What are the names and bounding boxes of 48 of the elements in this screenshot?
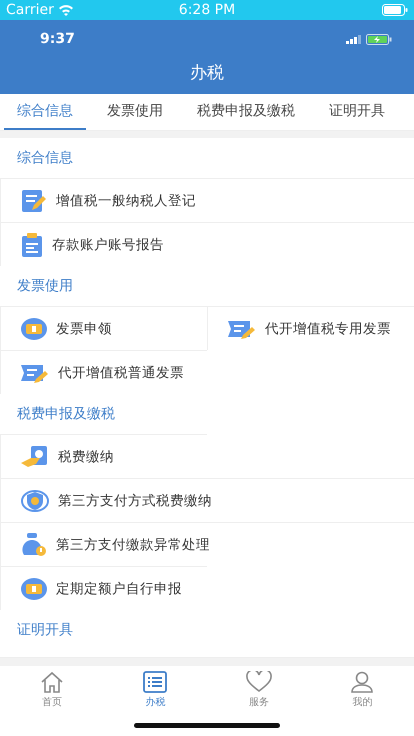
signal-icon	[346, 34, 362, 44]
service-item[interactable]: 第三方支付缴款异常处理	[0, 522, 414, 566]
service-label: 第三方支付缴款异常处理	[56, 536, 210, 554]
home-icon	[40, 671, 64, 693]
shield-icon	[21, 488, 49, 512]
person-icon	[350, 671, 374, 693]
wifi-icon	[58, 4, 74, 16]
status-time: 6:28 PM	[178, 2, 236, 18]
service-item[interactable]: 代开增值税普通发票	[0, 350, 207, 394]
ticket-icon	[21, 318, 47, 340]
service-label: 增值税一般纳税人登记	[56, 192, 196, 210]
heart-icon	[246, 671, 272, 693]
category-tab[interactable]: 发票使用	[94, 94, 176, 130]
section-title: 综合信息	[16, 149, 74, 168]
service-item[interactable]: 第三方支付方式税费缴纳	[0, 478, 414, 522]
category-tab[interactable]: 税费申报及缴税	[184, 94, 308, 130]
battery-charging-icon	[366, 34, 392, 44]
list-icon	[143, 671, 168, 693]
section-title: 证明开具	[16, 621, 74, 640]
section-title: 税费申报及缴税	[16, 405, 116, 424]
service-label: 代开增值税普通发票	[58, 364, 184, 382]
service-label: 定期定额户自行申报	[56, 580, 182, 598]
hand-card-icon	[21, 446, 49, 468]
notepad-pencil-icon	[21, 188, 47, 212]
bottom-nav-tab[interactable]: 首页	[22, 666, 82, 714]
service-label: 代开增值税专用发票	[265, 320, 391, 338]
service-item[interactable]: 代开增值税专用发票	[207, 306, 414, 350]
service-item[interactable]: 发票申领	[0, 306, 207, 350]
service-item[interactable]: 存款账户账号报告	[0, 222, 414, 266]
carrier-label: Carrier	[6, 2, 54, 18]
category-tab[interactable]: 证明开具	[316, 94, 398, 130]
battery-icon	[382, 4, 408, 16]
bottom-nav-tab[interactable]: 服务	[228, 666, 289, 714]
bottom-nav-tab[interactable]: 办税	[125, 666, 186, 714]
section-title: 发票使用	[16, 277, 74, 296]
service-label: 发票申领	[56, 320, 112, 338]
money-bag-icon	[21, 532, 47, 556]
service-label: 第三方支付方式税费缴纳	[58, 492, 212, 510]
service-item[interactable]: 定期定额户自行申报	[0, 566, 207, 610]
service-item[interactable]: 增值税一般纳税人登记	[0, 178, 414, 222]
service-item[interactable]: 税费缴纳	[0, 434, 207, 478]
status-time: 9:37	[40, 31, 75, 47]
bottom-nav-tab[interactable]: 我的	[332, 666, 392, 714]
service-label: 存款账户账号报告	[52, 236, 164, 254]
clipboard-icon	[21, 232, 43, 256]
ticket-icon	[21, 578, 47, 600]
service-label: 税费缴纳	[58, 448, 114, 466]
page-title: 办税	[189, 62, 225, 84]
